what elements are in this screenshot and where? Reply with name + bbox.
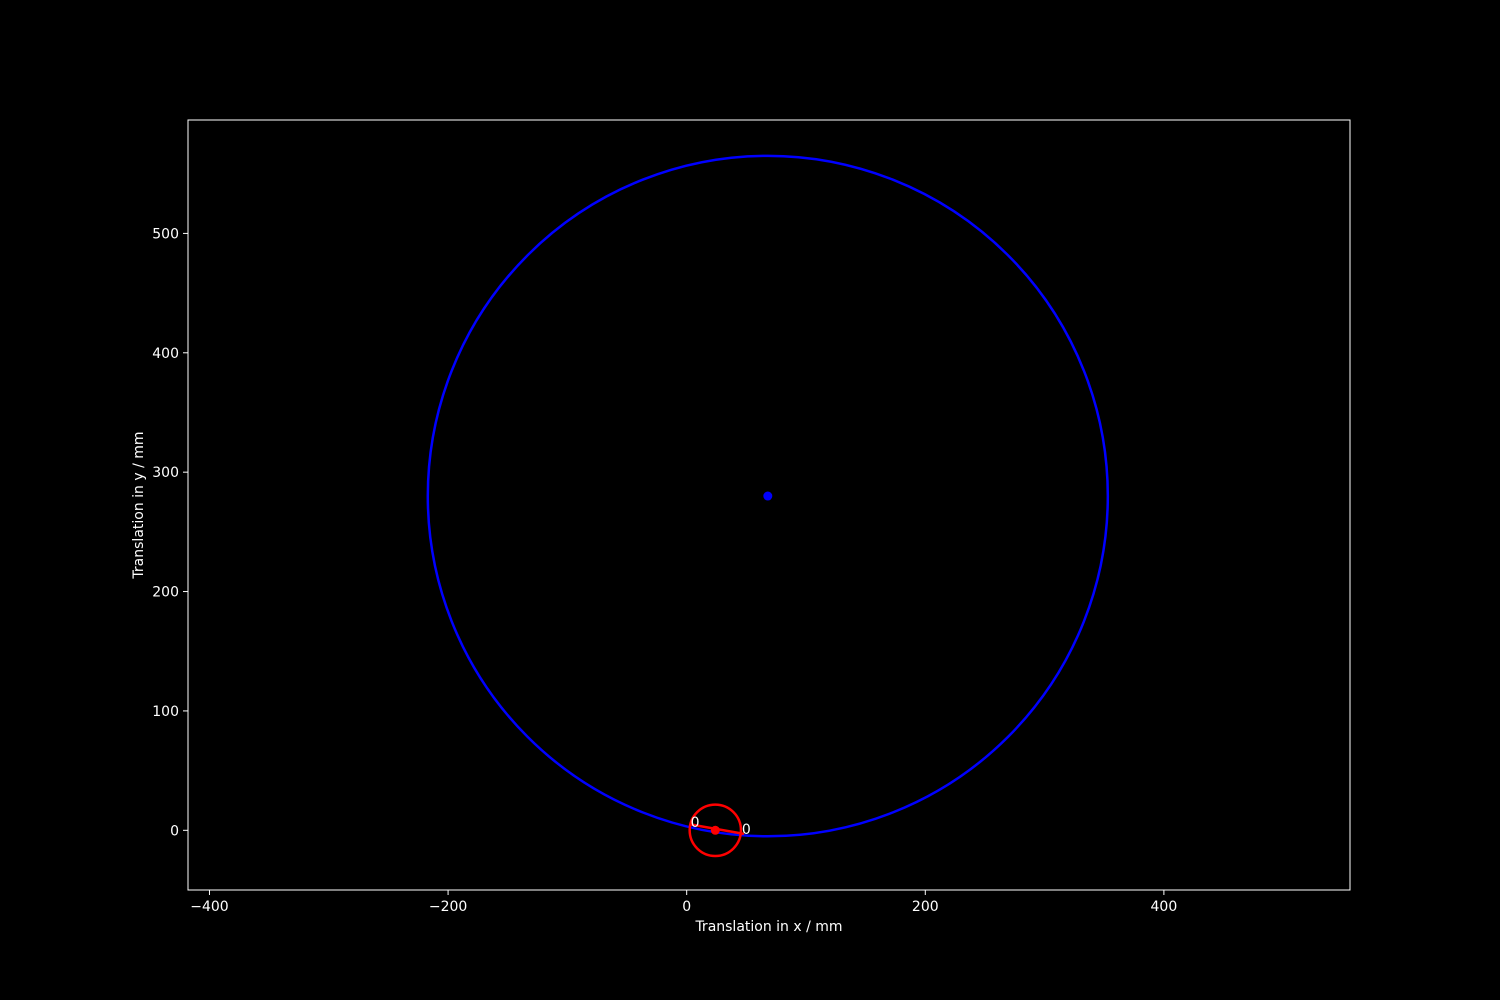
y-tick-label: 0 <box>170 823 179 839</box>
chart: 0 0 −400 −200 0 200 400 0 100 200 300 400 500 Tran… <box>0 0 1500 1000</box>
x-tick-label: −200 <box>429 899 467 915</box>
annotation-label: 0 <box>742 822 751 838</box>
y-tick-label: 300 <box>152 465 179 481</box>
point-large-center <box>763 491 773 501</box>
x-tick-label: 200 <box>912 899 939 915</box>
x-axis-label: Translation in x / mm <box>694 919 842 935</box>
x-tick-label: 0 <box>682 899 691 915</box>
annotation-label: 0 <box>691 815 700 831</box>
x-tick-label: −400 <box>190 899 228 915</box>
y-tick-label: 100 <box>152 704 179 720</box>
y-tick-label: 200 <box>152 585 179 601</box>
y-axis-label: Translation in y / mm <box>131 431 147 579</box>
figure-background <box>0 0 1500 1000</box>
y-tick-label: 400 <box>152 346 179 362</box>
x-tick-label: 400 <box>1151 899 1178 915</box>
point-small-center <box>710 825 720 835</box>
y-tick-label: 500 <box>152 226 179 242</box>
